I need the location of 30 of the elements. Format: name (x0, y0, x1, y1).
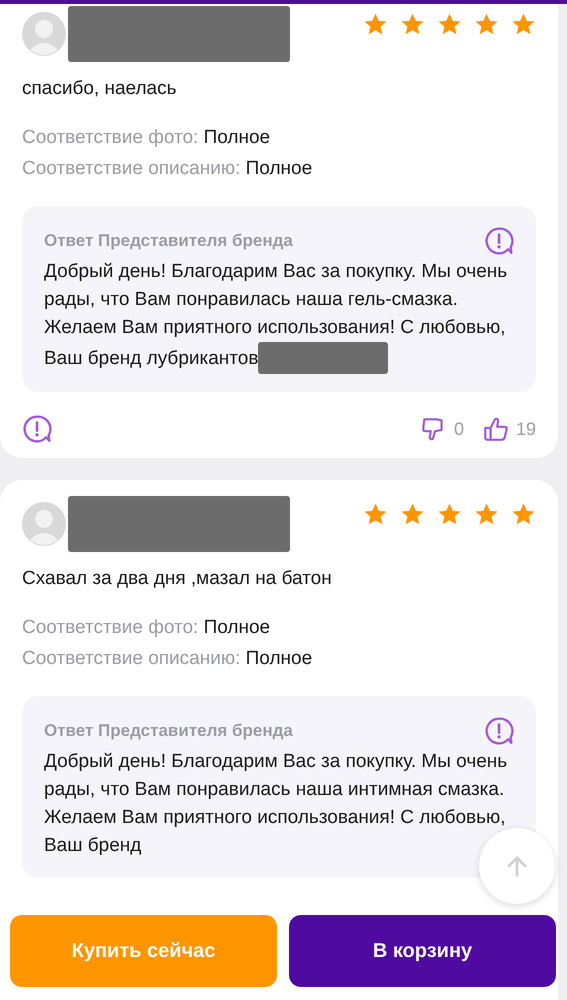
add-to-cart-button[interactable]: В корзину (289, 915, 556, 987)
review-attribute: Соответствие фото: Полное (22, 126, 272, 150)
review-attribute: Соответствие описанию: Полное (22, 157, 314, 181)
star-icon (437, 12, 462, 37)
star-icon (400, 12, 425, 37)
report-icon[interactable] (484, 226, 514, 256)
star-icon (363, 12, 388, 37)
reply-title: Ответ Представителя бренда (44, 721, 293, 741)
review-attribute: Соответствие фото: Полное (22, 616, 272, 640)
star-icon (474, 12, 499, 37)
buy-now-button[interactable]: Купить сейчас (10, 915, 277, 987)
star-icon (474, 502, 499, 527)
report-icon[interactable] (22, 414, 52, 444)
star-icon (511, 502, 536, 527)
avatar-icon (22, 12, 66, 56)
reply-text: Добрый день! Благодарим Вас за покупку. Мы очень рады, что Вам понравилась наша гель-смазка. Желаем Вам приятного использования! С любовью, Ваш бренд лубрикантов (44, 258, 514, 374)
reply-title: Ответ Представителя бренда (44, 231, 293, 251)
reply-text: Добрый день! Благодарим Вас за покупку. Мы очень рады, что Вам понравилась наша интимная смазка. Желаем Вам приятного использования! С любовью, Ваш бренд (44, 750, 508, 858)
star-icon (437, 502, 462, 527)
thumbs-up-icon (482, 415, 510, 443)
star-icon (511, 12, 536, 37)
avatar-icon (22, 502, 66, 546)
star-icon (363, 502, 388, 527)
report-icon[interactable] (484, 716, 514, 746)
review-attribute: Соответствие описанию: Полное (22, 647, 314, 671)
review-text: спасибо, наелась (22, 78, 178, 100)
dislike-button[interactable]: 0 (420, 415, 464, 443)
review-text: Схавал за два дня ,мазал на батон (22, 568, 333, 590)
like-button[interactable]: 19 (482, 415, 536, 443)
star-icon (400, 502, 425, 527)
